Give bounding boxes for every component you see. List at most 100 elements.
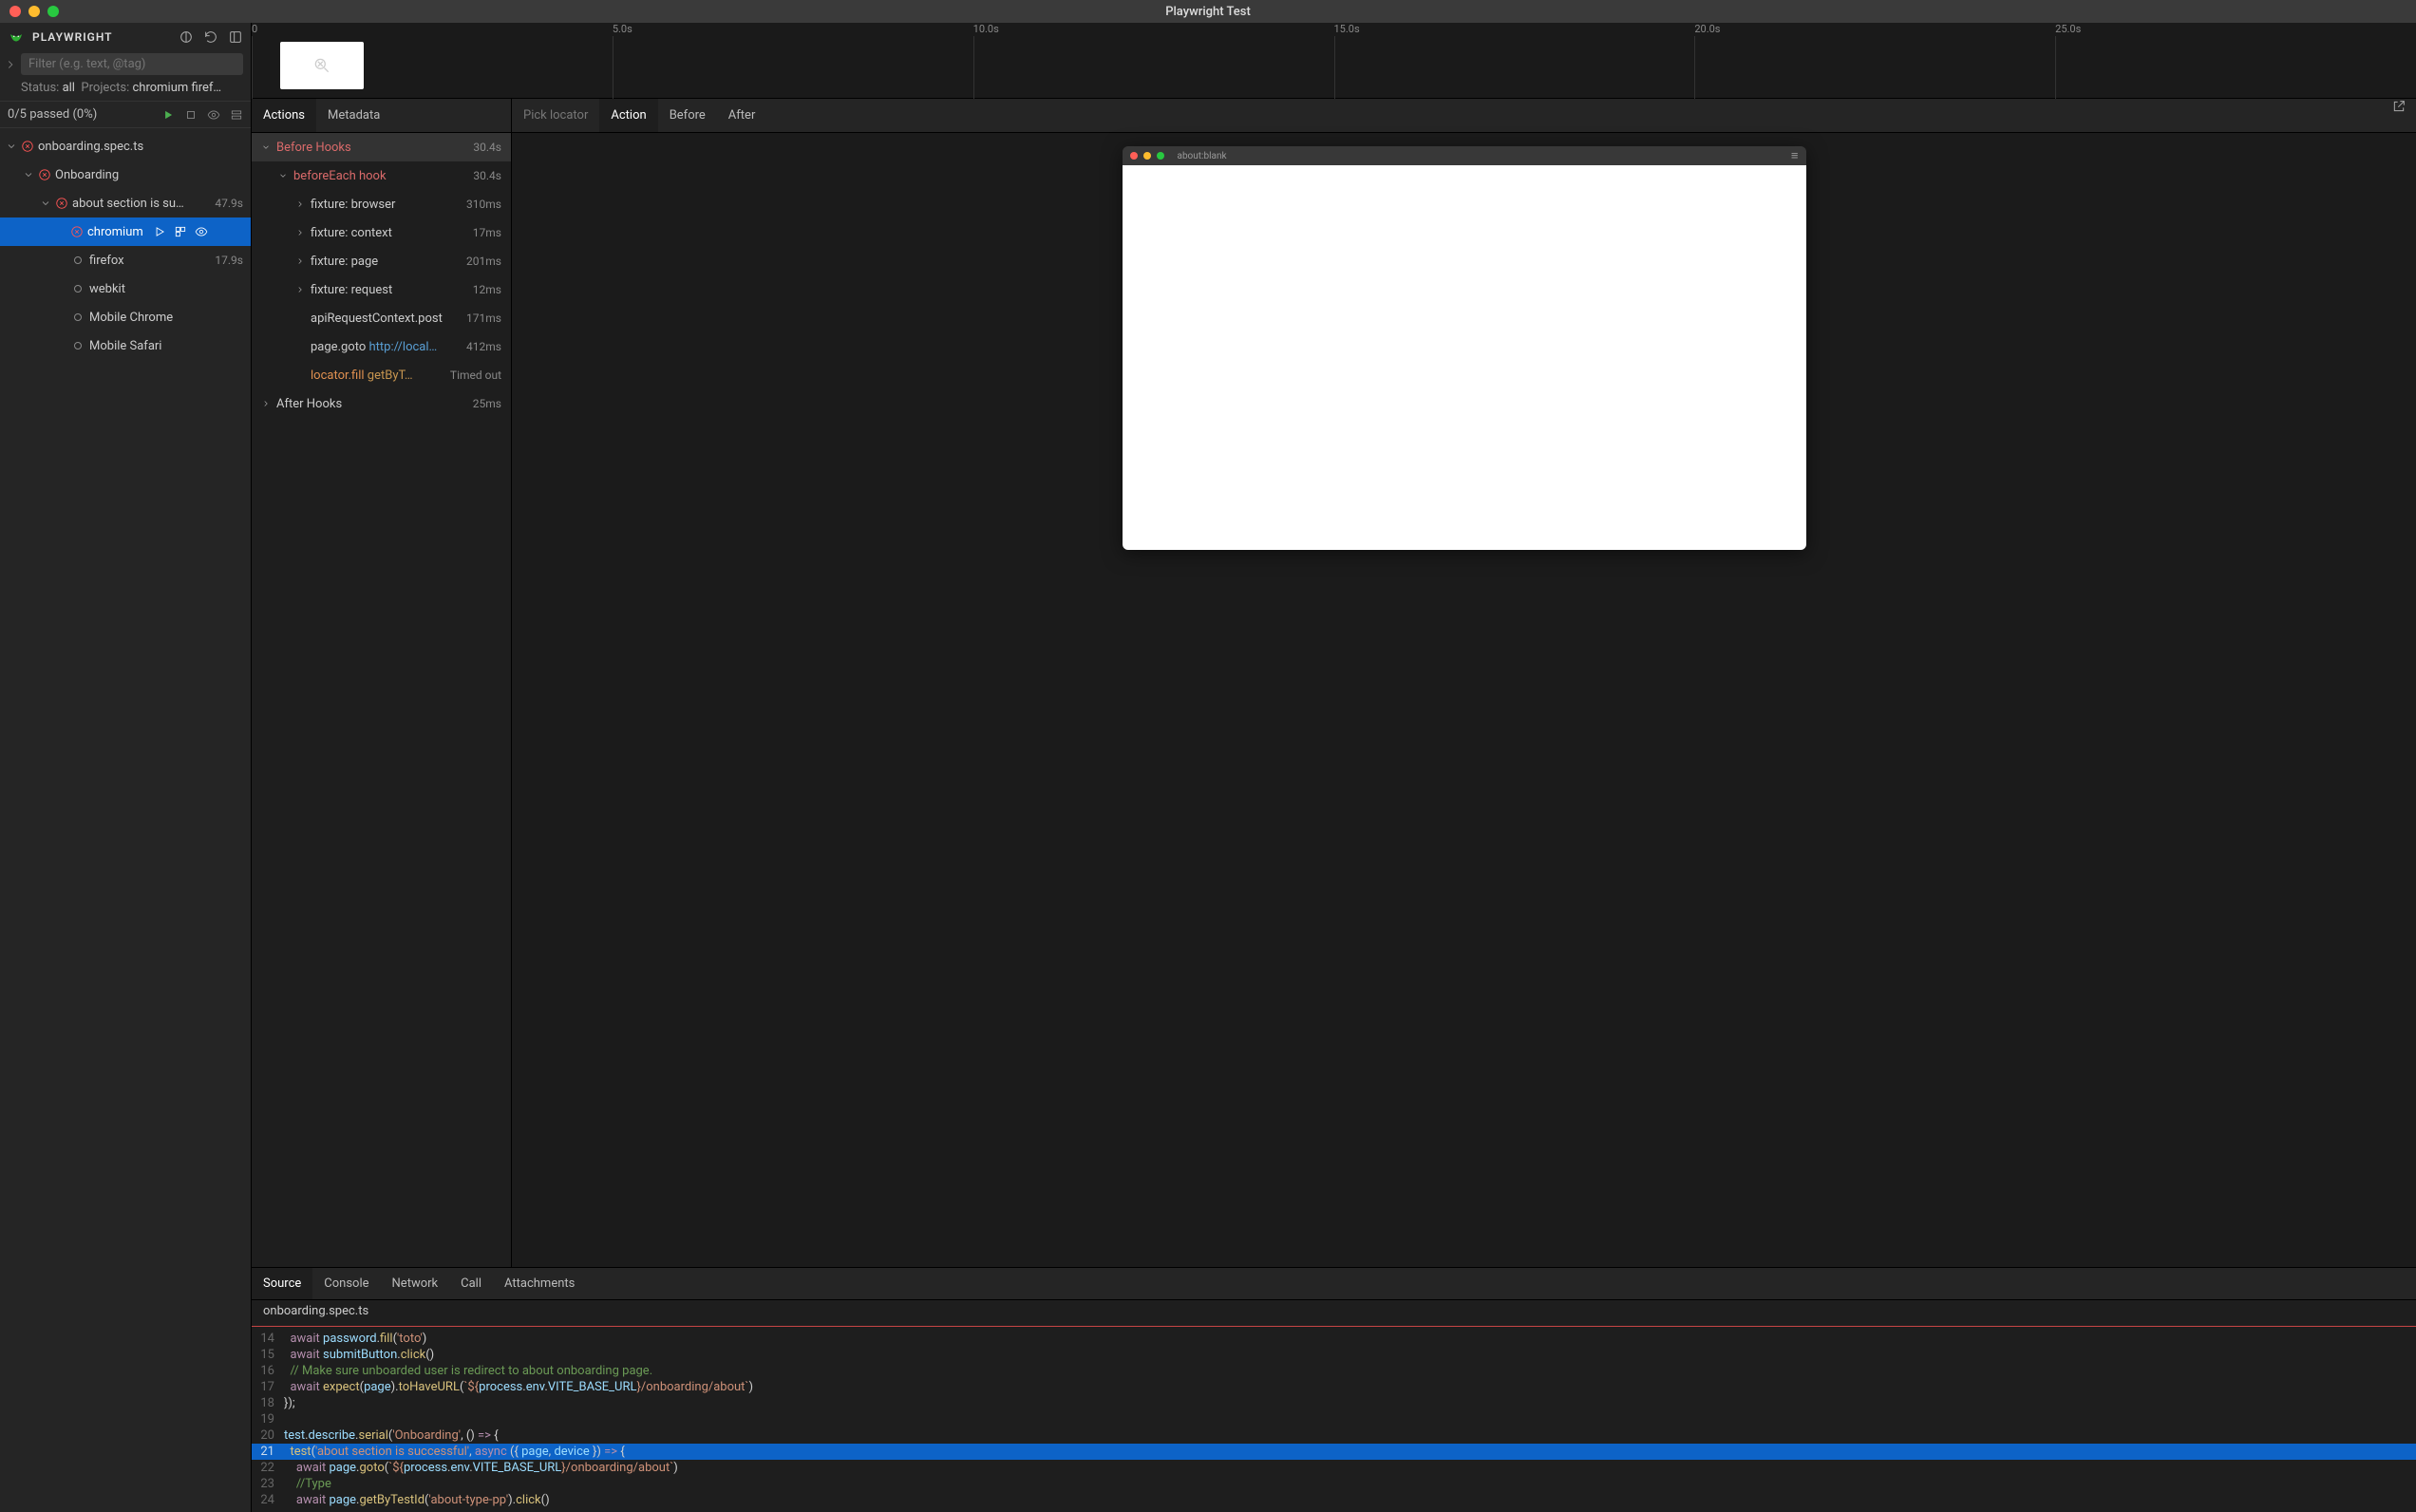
browser-frame: about:blank ≡	[1123, 146, 1806, 550]
close-icon[interactable]	[9, 6, 21, 17]
pick-locator-button[interactable]: Pick locator	[512, 108, 599, 123]
pass-summary: 0/5 passed (0%)	[0, 101, 251, 128]
code-line[interactable]: 20test.describe.serial('Onboarding', () …	[252, 1427, 2416, 1444]
chevron-right-icon	[295, 228, 305, 237]
sidebar: PLAYWRIGHT Status: all Projects: chromiu…	[0, 23, 252, 1512]
maximize-icon[interactable]	[47, 6, 59, 17]
code-line[interactable]: 22 await page.goto(`${process.env.VITE_B…	[252, 1460, 2416, 1476]
bottom-panel: SourceConsoleNetworkCallAttachments onbo…	[252, 1267, 2416, 1512]
tab-after[interactable]: After	[717, 99, 767, 132]
window-controls[interactable]	[9, 6, 59, 17]
chevron-right-icon	[295, 199, 305, 209]
hamburger-icon[interactable]: ≡	[1791, 148, 1799, 163]
action-item[interactable]: apiRequestContext.post171ms	[252, 304, 511, 332]
action-label: fixture: request	[311, 283, 467, 297]
status-row: Status: all Projects: chromium firef…	[0, 79, 251, 101]
status-dot-icon	[74, 342, 82, 350]
chevron-right-icon[interactable]	[4, 58, 17, 71]
action-item[interactable]: Before Hooks30.4s	[252, 133, 511, 161]
tree-item-label: firefox	[89, 254, 124, 268]
tab-bar: ActionsMetadata Pick locator ActionBefor…	[252, 99, 2416, 133]
action-item[interactable]: fixture: request 12ms	[252, 275, 511, 304]
fail-icon	[21, 140, 34, 153]
run-icon[interactable]	[153, 225, 166, 238]
timeline-thumbnail[interactable]	[280, 42, 364, 89]
playwright-logo-icon	[8, 28, 25, 46]
timeline-tick: 20.0s	[1694, 23, 1720, 35]
tree-project[interactable]: Mobile Safari	[0, 331, 251, 360]
timeline[interactable]: 05.0s10.0s15.0s20.0s25.0s30.0s	[252, 23, 2416, 99]
duration: 412ms	[466, 340, 501, 353]
code-line[interactable]: 24 await page.getByTestId('about-type-pp…	[252, 1492, 2416, 1508]
code-line[interactable]: 14 await password.fill('toto')	[252, 1331, 2416, 1347]
theme-toggle-icon[interactable]	[179, 29, 194, 45]
tree-project[interactable]: firefox 17.9s	[0, 246, 251, 274]
tree-suite[interactable]: Onboarding	[0, 161, 251, 189]
watch-icon[interactable]	[207, 108, 220, 122]
trace-icon[interactable]	[174, 225, 187, 238]
tab-call[interactable]: Call	[449, 1268, 493, 1299]
tab-console[interactable]: Console	[312, 1268, 380, 1299]
status-dot-icon	[74, 313, 82, 321]
tree-file[interactable]: onboarding.spec.ts	[0, 132, 251, 161]
code-line[interactable]: 15 await submitButton.click()	[252, 1347, 2416, 1363]
tab-actions[interactable]: Actions	[252, 99, 316, 132]
tree-project[interactable]: webkit	[0, 274, 251, 303]
watch-icon[interactable]	[195, 225, 208, 238]
code-line[interactable]: 19	[252, 1411, 2416, 1427]
chevron-down-icon	[6, 141, 17, 152]
tab-network[interactable]: Network	[381, 1268, 450, 1299]
tree-project[interactable]: chromium	[0, 217, 251, 246]
duration: 310ms	[466, 198, 501, 211]
duration: 12ms	[473, 283, 501, 296]
source-code[interactable]: 14 await password.fill('toto')15 await s…	[252, 1327, 2416, 1512]
duration: 30.4s	[473, 141, 501, 154]
frame-body[interactable]	[1123, 165, 1806, 550]
tab-attachments[interactable]: Attachments	[493, 1268, 586, 1299]
popout-icon[interactable]	[2382, 99, 2416, 132]
status-dot-icon	[74, 285, 82, 293]
frame-min-icon	[1143, 152, 1151, 160]
code-line[interactable]: 23 //Type	[252, 1476, 2416, 1492]
action-label: fixture: page	[311, 255, 461, 269]
duration: Timed out	[450, 369, 501, 382]
toggle-panel-icon[interactable]	[228, 29, 243, 45]
action-item[interactable]: fixture: page201ms	[252, 247, 511, 275]
duration: 30.4s	[473, 169, 501, 182]
code-line[interactable]: 17 await expect(page).toHaveURL(`${proce…	[252, 1379, 2416, 1395]
action-label: locator.fill getByT…	[311, 369, 444, 383]
fail-icon	[70, 225, 84, 238]
source-file-tab[interactable]: onboarding.spec.ts	[252, 1300, 2416, 1327]
code-line[interactable]: 21 test('about section is successful', a…	[252, 1444, 2416, 1460]
reload-icon[interactable]	[203, 29, 218, 45]
action-item[interactable]: page.goto http://local…412ms	[252, 332, 511, 361]
minimize-icon[interactable]	[28, 6, 40, 17]
actions-panel: Before Hooks30.4sbeforeEach hook30.4sfix…	[252, 133, 512, 1267]
tree-item-label: Onboarding	[55, 168, 119, 182]
collapse-icon[interactable]	[230, 108, 243, 122]
action-item[interactable]: fixture: browser310ms	[252, 190, 511, 218]
code-line[interactable]: 16 // Make sure unboarded user is redire…	[252, 1363, 2416, 1379]
tab-before[interactable]: Before	[658, 99, 717, 132]
tree-project[interactable]: Mobile Chrome	[0, 303, 251, 331]
filter-input[interactable]	[21, 53, 243, 75]
duration: 47.9s	[209, 197, 243, 210]
preview-panel: about:blank ≡	[512, 133, 2416, 1267]
test-tree: onboarding.spec.ts Onboarding about sect…	[0, 128, 251, 1512]
action-item[interactable]: beforeEach hook30.4s	[252, 161, 511, 190]
timeline-tick: 0	[252, 23, 257, 35]
code-line[interactable]: 18});	[252, 1395, 2416, 1411]
stop-icon[interactable]	[184, 108, 198, 122]
tab-source[interactable]: Source	[252, 1268, 312, 1299]
action-item[interactable]: fixture: context17ms	[252, 218, 511, 247]
tab-metadata[interactable]: Metadata	[316, 99, 391, 132]
status-dot-icon	[74, 256, 82, 264]
action-item[interactable]: After Hooks25ms	[252, 389, 511, 418]
fail-icon	[55, 197, 68, 210]
duration: 17.9s	[209, 254, 243, 267]
run-all-icon[interactable]	[161, 108, 175, 122]
tab-action[interactable]: Action	[599, 99, 657, 132]
action-item[interactable]: locator.fill getByT… Timed out	[252, 361, 511, 389]
timeline-tick: 10.0s	[973, 23, 999, 35]
tree-test[interactable]: about section is su… 47.9s	[0, 189, 251, 217]
